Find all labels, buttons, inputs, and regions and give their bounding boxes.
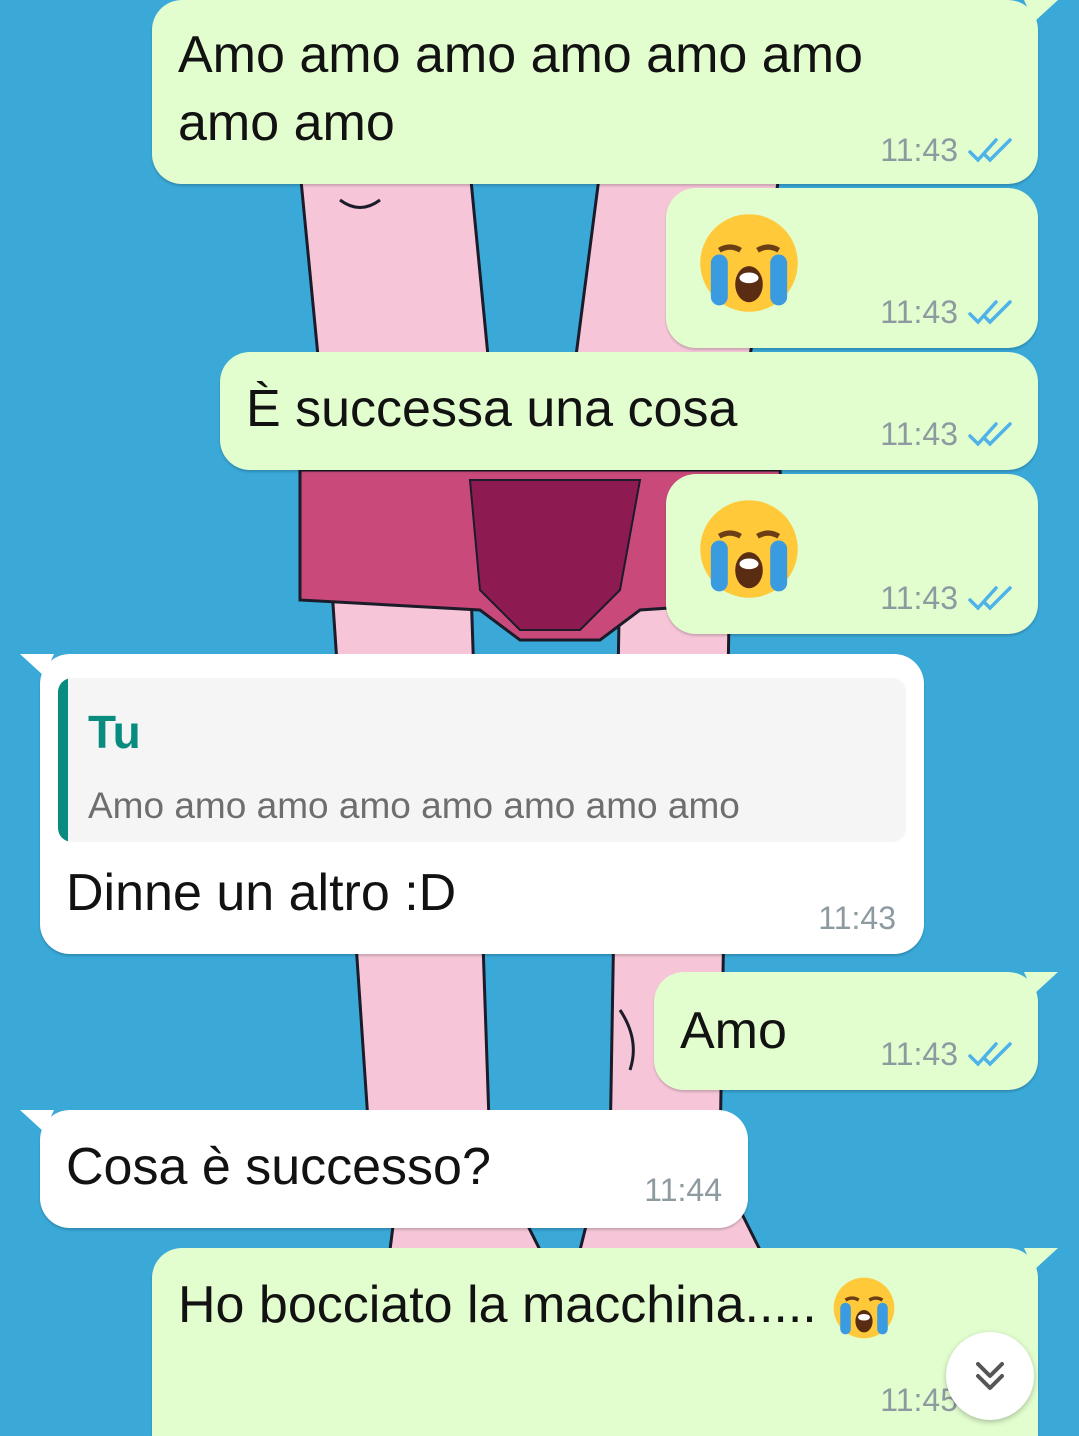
outgoing-message[interactable]: 11:43 [666,188,1038,348]
outgoing-message[interactable]: Amo 11:43 [654,972,1058,1090]
double-check-read-icon [968,300,1012,325]
double-check-read-icon [968,138,1012,163]
bubble-tail [20,1110,54,1132]
message-time: 11:43 [818,900,896,936]
loudly-crying-face-icon [700,500,798,598]
scroll-to-bottom-button[interactable] [946,1332,1034,1420]
bubble-tail [1024,1248,1058,1270]
quote-text: Amo amo amo amo amo amo amo amo [88,785,740,826]
double-check-read-icon [968,1042,1012,1067]
message-text: Ho bocciato la macchina..... [178,1270,897,1341]
message-meta: 11:43 [880,130,1014,170]
message-time: 11:43 [880,132,958,168]
loudly-crying-face-icon [700,214,798,312]
quote-author: Tu [88,706,141,758]
message-meta: 11:43 [880,292,1014,332]
incoming-message[interactable]: Tu Amo amo amo amo amo amo amo amo Dinne… [20,654,924,954]
message-text-content: Ho bocciato la macchina..... [178,1276,817,1334]
quoted-message[interactable]: Tu Amo amo amo amo amo amo amo amo [58,678,906,842]
message-meta: 11:43 [880,414,1014,454]
outgoing-message[interactable]: Amo amo amo amo amo amo amo amo 11:43 [152,0,1058,184]
outgoing-message[interactable]: Ho bocciato la macchina..... 11:45 [152,1248,1058,1436]
double-chevron-down-icon [976,1362,1004,1390]
bubble-tail [1024,972,1058,994]
message-time: 11:43 [880,580,958,616]
message-text: È successa una cosa [246,380,738,438]
message-text-line2: amo amo [178,94,395,152]
quote-accent-bar [58,678,68,842]
message-meta: 11:43 [818,898,896,938]
double-check-read-icon [968,586,1012,611]
message-text: Dinne un altro :D [66,864,457,922]
bubble-tail [1024,0,1058,22]
loudly-crying-face-icon [833,1277,895,1339]
incoming-message[interactable]: Cosa è successo? 11:44 [20,1110,748,1228]
message-time: 11:43 [880,416,958,452]
message-meta: 11:43 [880,1034,1014,1074]
outgoing-message[interactable]: È successa una cosa 11:43 [220,352,1038,470]
message-time: 11:43 [880,294,958,330]
bubble-tail [20,654,54,676]
message-meta: 11:44 [644,1170,722,1210]
message-text: Cosa è successo? [66,1138,491,1196]
message-text: Amo amo amo amo amo amo [178,26,863,84]
outgoing-message[interactable]: 11:43 [666,474,1038,634]
message-text: Amo [680,1002,787,1060]
message-time: 11:44 [644,1172,722,1208]
double-check-read-icon [968,422,1012,447]
message-time: 11:43 [880,1036,958,1072]
message-meta: 11:43 [880,578,1014,618]
